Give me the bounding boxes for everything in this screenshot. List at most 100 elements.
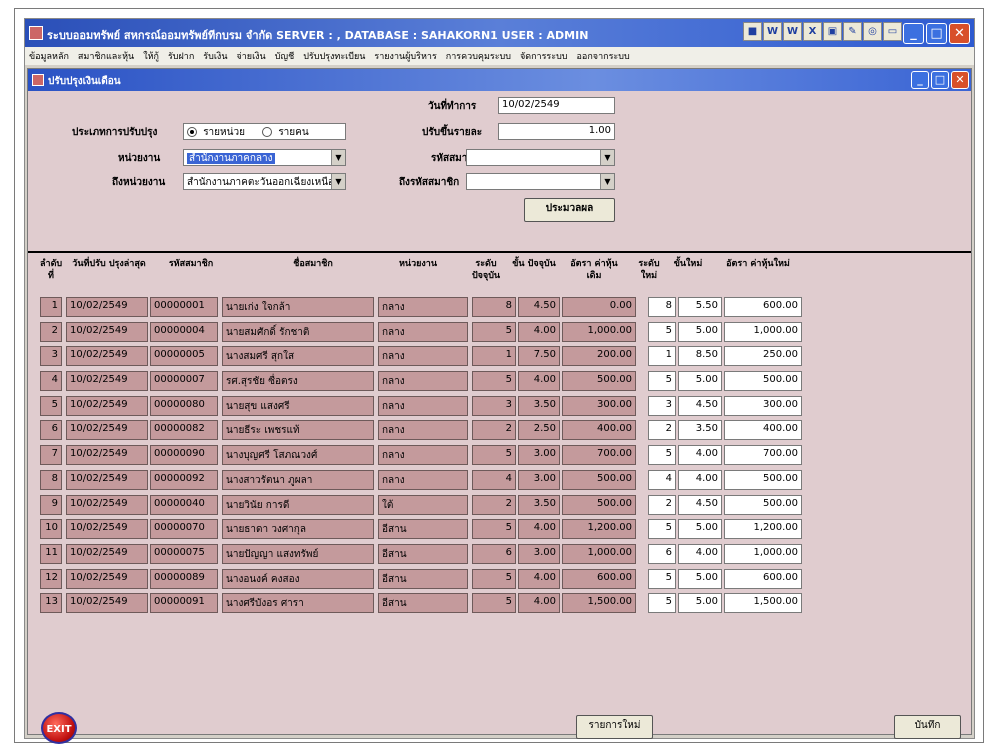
menu-item[interactable]: รายงานผู้บริหาร — [374, 49, 436, 63]
salary-adjust-window: ปรับปรุงเงินเดือน _ □ ✕ วันที่ทำการ 10/0… — [27, 68, 972, 744]
cell-new-rate[interactable]: 600.00 — [724, 568, 802, 589]
cell-code: 00000001 — [150, 297, 218, 317]
cell-new-level[interactable]: 8 — [648, 297, 676, 317]
radio-by-person[interactable] — [262, 127, 273, 137]
member-select[interactable]: ▼ — [466, 149, 615, 166]
chevron-down-icon[interactable]: ▼ — [600, 150, 614, 165]
menu-item[interactable]: ออกจากระบบ — [577, 49, 630, 63]
cell-new-level[interactable]: 5 — [648, 371, 676, 392]
word-doc-icon[interactable]: W — [783, 22, 802, 41]
menu-item[interactable]: รับฝาก — [168, 49, 194, 63]
cell-new-rate[interactable]: 250.00 — [724, 346, 802, 367]
cell-new-level[interactable]: 5 — [648, 568, 676, 589]
menu-item[interactable]: การควบคุมระบบ — [446, 49, 511, 63]
cell-new-step[interactable]: 4.00 — [678, 445, 722, 466]
cell-new-level[interactable]: 5 — [648, 593, 676, 614]
quick-launch-toolbar: ■ W W X ▣ ✎ ◎ ▭ — [743, 22, 902, 41]
child-close-button[interactable]: ✕ — [951, 71, 969, 89]
child-maximize-button[interactable]: □ — [931, 71, 949, 89]
radio-by-unit[interactable] — [187, 127, 197, 137]
paint-icon[interactable]: ✎ — [843, 22, 862, 41]
cell-new-step[interactable]: 5.50 — [678, 297, 722, 317]
cell-new-rate[interactable]: 1,000.00 — [724, 321, 802, 342]
cell-new-step[interactable]: 5.00 — [678, 568, 722, 589]
save-button[interactable]: บันทึก — [894, 715, 961, 739]
cell-no: 13 — [40, 593, 62, 614]
cell-date: 10/02/2549 — [66, 395, 148, 416]
rate-field[interactable]: 1.00 — [498, 123, 615, 140]
to-unit-select-value: สำนักงานภาคตะวันออกเฉียงเหนือ — [187, 177, 335, 188]
cell-new-rate[interactable]: 600.00 — [724, 297, 802, 317]
child-minimize-button[interactable]: _ — [911, 71, 929, 89]
maximize-button[interactable]: □ — [926, 23, 947, 44]
menu-item[interactable]: รับเงิน — [203, 49, 227, 63]
cell-new-rate[interactable]: 1,000.00 — [724, 543, 802, 564]
menu-item[interactable]: สมาชิกและหุ้น — [78, 49, 134, 63]
main-window: ระบบออมทรัพย์ สหกรณ์ออมทรัพย์ทีกบรม จำกั… — [24, 18, 975, 744]
cell-new-rate[interactable]: 700.00 — [724, 445, 802, 466]
cell-new-level[interactable]: 3 — [648, 395, 676, 416]
process-button[interactable]: ประมวลผล — [524, 198, 615, 222]
divider — [28, 251, 971, 253]
chevron-down-icon[interactable]: ▼ — [331, 150, 345, 165]
cell-old-rate: 1,000.00 — [562, 321, 636, 342]
word-icon[interactable]: W — [763, 22, 782, 41]
menu-item[interactable]: จ่ายเงิน — [236, 49, 265, 63]
cell-new-level[interactable]: 6 — [648, 543, 676, 564]
cell-new-step[interactable]: 5.00 — [678, 593, 722, 614]
menu-item[interactable]: ปรับปรุงทะเบียน — [303, 49, 365, 63]
menu-item[interactable]: บัญชี — [275, 49, 295, 63]
cell-new-step[interactable]: 5.00 — [678, 519, 722, 540]
cell-new-level[interactable]: 1 — [648, 346, 676, 367]
cell-code: 00000092 — [150, 469, 218, 490]
cell-new-step[interactable]: 8.50 — [678, 346, 722, 367]
cell-new-rate[interactable]: 300.00 — [724, 395, 802, 416]
cell-new-step[interactable]: 3.50 — [678, 420, 722, 441]
excel-icon[interactable]: X — [803, 22, 822, 41]
cd-icon[interactable]: ◎ — [863, 22, 882, 41]
cell-new-rate[interactable]: 500.00 — [724, 371, 802, 392]
cell-date: 10/02/2549 — [66, 593, 148, 614]
cell-new-rate[interactable]: 1,200.00 — [724, 519, 802, 540]
cell-new-rate[interactable]: 400.00 — [724, 420, 802, 441]
radio-by-person-label: รายคน — [278, 127, 309, 138]
cell-new-rate[interactable]: 1,500.00 — [724, 593, 802, 614]
cell-cur-level: 8 — [472, 297, 516, 317]
menu-item[interactable]: ข้อมูลหลัก — [29, 49, 69, 63]
folder-icon[interactable]: ▭ — [883, 22, 902, 41]
cell-name: นายธาดา วงศากุล — [222, 519, 374, 540]
cell-new-step[interactable]: 5.00 — [678, 371, 722, 392]
cell-new-level[interactable]: 4 — [648, 469, 676, 490]
cell-new-step[interactable]: 4.00 — [678, 543, 722, 564]
cell-new-step[interactable]: 4.00 — [678, 469, 722, 490]
chart-icon[interactable]: ▣ — [823, 22, 842, 41]
cell-new-level[interactable]: 2 — [648, 420, 676, 441]
exit-button[interactable]: EXIT — [41, 712, 77, 744]
unit-select[interactable]: สำนักงานภาคกลาง ▼ — [183, 149, 346, 166]
cell-name: นางบุญศรี โสภณวงศ์ — [222, 445, 374, 466]
to-unit-select[interactable]: สำนักงานภาคตะวันออกเฉียงเหนือ ▼ — [183, 173, 346, 190]
cell-new-step[interactable]: 5.00 — [678, 321, 722, 342]
minimize-button[interactable]: _ — [903, 23, 924, 44]
chevron-down-icon[interactable]: ▼ — [331, 174, 345, 189]
cell-new-level[interactable]: 2 — [648, 494, 676, 515]
cell-new-level[interactable]: 5 — [648, 519, 676, 540]
menu-item[interactable]: จัดการระบบ — [520, 49, 568, 63]
cell-new-rate[interactable]: 500.00 — [724, 494, 802, 515]
cell-cur-step: 4.50 — [518, 297, 560, 317]
close-button[interactable]: ✕ — [949, 23, 970, 44]
cell-new-level[interactable]: 5 — [648, 445, 676, 466]
cell-new-rate[interactable]: 500.00 — [724, 469, 802, 490]
app-icon[interactable]: ■ — [743, 22, 762, 41]
date-field[interactable]: 10/02/2549 — [498, 97, 615, 114]
cell-new-level[interactable]: 5 — [648, 321, 676, 342]
cell-new-step[interactable]: 4.50 — [678, 494, 722, 515]
cell-cur-step: 3.00 — [518, 469, 560, 490]
new-entry-button[interactable]: รายการใหม่ — [576, 715, 653, 739]
cell-date: 10/02/2549 — [66, 543, 148, 564]
cell-new-step[interactable]: 4.50 — [678, 395, 722, 416]
chevron-down-icon[interactable]: ▼ — [600, 174, 614, 189]
cell-date: 10/02/2549 — [66, 297, 148, 317]
menu-item[interactable]: ให้กู้ — [143, 49, 159, 63]
to-member-select[interactable]: ▼ — [466, 173, 615, 190]
